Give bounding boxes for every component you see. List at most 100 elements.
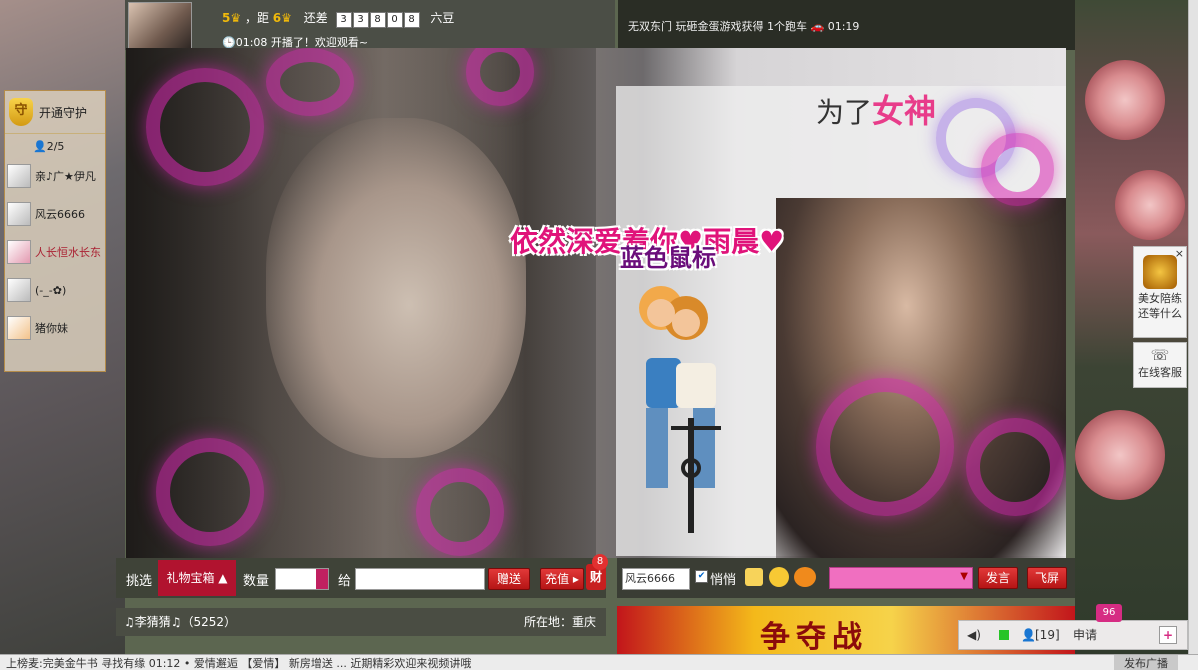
user-icon: 👤 [1021, 628, 1036, 642]
crown-icon: ♛ [281, 11, 292, 25]
person-icon: 👤 [33, 140, 47, 153]
message-input[interactable]: ▼ [829, 567, 973, 589]
image-icon[interactable] [745, 568, 763, 586]
guard-member[interactable]: (-_-✿) [5, 271, 105, 309]
member-avatar [7, 164, 31, 188]
digit: 3 [352, 12, 369, 28]
title-highlight: 女神 [872, 92, 937, 130]
to-label: 给 [338, 574, 352, 589]
member-avatar [7, 240, 31, 264]
companion-widget[interactable]: × 美女陪练还等什么 [1133, 246, 1187, 338]
chat-input-bar: 风云6666 ✔ 悄悄 ▼ 发言 飞屏 [617, 558, 1075, 598]
ticker-text: 无双东门 玩砸金蛋游戏获得 1个跑车 [628, 20, 807, 33]
emoji-icon[interactable] [769, 567, 789, 587]
glow-ring [156, 438, 264, 546]
member-avatar [7, 278, 31, 302]
member-name: 猪你妹 [35, 322, 68, 335]
chat-target-value: 风云6666 [625, 572, 675, 585]
rose-decoration [1075, 410, 1165, 500]
shield-icon: 守 [9, 98, 33, 126]
remaining-digits: 33808 [335, 11, 425, 28]
whisper-checkbox[interactable]: ✔ [695, 570, 708, 583]
wealth-badge: 8 [592, 554, 608, 570]
quantity-label: 数量 [243, 574, 270, 589]
video-face [266, 118, 526, 458]
recharge-button[interactable]: 充值 ▸ [540, 568, 584, 590]
rose-decoration [1115, 170, 1185, 240]
page-scrollbar[interactable] [1188, 0, 1198, 654]
quantity-input[interactable] [275, 568, 329, 590]
glow-ring [146, 68, 264, 186]
recipient-input[interactable] [355, 568, 485, 590]
guard-count-value: 2/5 [46, 140, 65, 153]
host-id: （5252） [181, 615, 237, 629]
chat-target-select[interactable]: 风云6666 [622, 568, 690, 590]
digit: 8 [369, 12, 386, 28]
vip-emoji-icon[interactable] [794, 567, 816, 587]
guard-member[interactable]: 猪你妹 [5, 309, 105, 347]
member-name: (-_-✿) [35, 283, 67, 297]
close-icon[interactable]: × [1175, 247, 1184, 260]
digit: 3 [335, 12, 352, 28]
apply-label[interactable]: 申请 [1073, 621, 1097, 649]
user-count: [19] [1035, 628, 1060, 642]
video-stage[interactable]: 为了女神 依然深爱着你♥雨晨♥ 蓝色鼠标 [126, 48, 1066, 558]
triangle-down-icon[interactable]: ▼ [960, 571, 968, 582]
glow-ring [266, 48, 354, 116]
location-label: 所在地：重庆 [523, 615, 596, 629]
speak-button[interactable]: 发言 [978, 567, 1018, 589]
speaker-icon[interactable]: ◀) [967, 621, 981, 649]
host-name: ♫李猜猜♫ [124, 615, 182, 629]
status-bar: ◀) 👤 [19] 申请 + [958, 620, 1188, 650]
title-prefix: 为了 [816, 96, 873, 129]
car-icon: 🚗 [810, 20, 825, 33]
member-avatar [7, 316, 31, 340]
glow-ring [816, 378, 954, 516]
whisper-label: 悄悄 [710, 573, 737, 588]
quantity-stepper[interactable] [316, 569, 328, 589]
remaining-label: 还差 [303, 11, 328, 25]
glow-ring [416, 468, 504, 556]
online-service-widget[interactable]: ☏ 在线客服 [1133, 342, 1187, 388]
fly-screen-button[interactable]: 飞屏 [1027, 567, 1067, 589]
open-guard-button[interactable]: 守 开通守护 [5, 91, 105, 134]
arrow-right-icon: ▸ [572, 572, 579, 586]
chat-ticker: 无双东门 玩砸金蛋游戏获得 1个跑车 🚗 01:19 [618, 0, 1075, 50]
broadcast-ticker-text: 上榜麦:完美金牛书 寻找有缘 01:12 • 爱情邂逅 【爱情】 新房增送 ..… [6, 657, 472, 670]
pick-label: 挑选 [126, 574, 153, 589]
send-gift-button[interactable]: 赠送 [488, 568, 530, 590]
member-avatar [7, 202, 31, 226]
guard-member[interactable]: 人长恒水长东 [5, 233, 105, 271]
companion-label: 美女陪练还等什么 [1138, 292, 1182, 320]
anchor-avatar[interactable] [128, 2, 192, 50]
member-name: 人长恒水长东 [35, 246, 101, 259]
broadcast-ticker: 上榜麦:完美金牛书 寻找有缘 01:12 • 爱情邂逅 【爱情】 新房增送 ..… [0, 654, 1198, 670]
digit: 8 [403, 12, 420, 28]
banner-text: 争夺战 [760, 620, 868, 655]
gift-box-dropdown[interactable]: 礼物宝箱 ▲ [158, 560, 236, 596]
phone-icon: ☏ [1150, 346, 1170, 364]
video-title: 为了女神 [816, 86, 936, 132]
ticker-line: 无双东门 玩砸金蛋游戏获得 1个跑车 🚗 01:19 [628, 18, 859, 34]
rose-decoration [1085, 60, 1165, 140]
glow-ring [966, 418, 1064, 516]
distance-label: ，距 [244, 11, 269, 25]
guard-member[interactable]: 风云6666 [5, 195, 105, 233]
guard-member[interactable]: 亲♪广★伊凡 [5, 157, 105, 195]
gift-bar: 挑选 礼物宝箱 ▲ 数量 给 赠送 充值 ▸ [116, 558, 606, 598]
gift-box-label: 礼物宝箱 [166, 571, 215, 585]
guard-panel: 守 开通守护 👤2/5 亲♪广★伊凡 风云6666 人长恒水长东 (-_-✿) … [4, 90, 106, 372]
publish-broadcast-button[interactable]: 发布广播 [1114, 655, 1178, 670]
plus-icon[interactable]: + [1159, 626, 1177, 644]
glow-ring [981, 133, 1054, 206]
service-label: 在线客服 [1138, 366, 1182, 379]
triangle-up-icon: ▲ [218, 571, 228, 585]
next-level-crown-icon: 6 [272, 11, 282, 25]
anchor-level-row: 5♛ ，距 6♛ 还差 33808 六豆 [222, 9, 454, 28]
room-info-bar: ♫李猜猜♫（5252） 所在地：重庆 [116, 608, 606, 636]
ticker-time: 01:19 [827, 20, 860, 33]
unit-label: 六豆 [430, 11, 455, 25]
open-guard-label: 开通守护 [39, 105, 88, 120]
recharge-label: 充值 [545, 572, 570, 586]
online-indicator [999, 630, 1009, 640]
